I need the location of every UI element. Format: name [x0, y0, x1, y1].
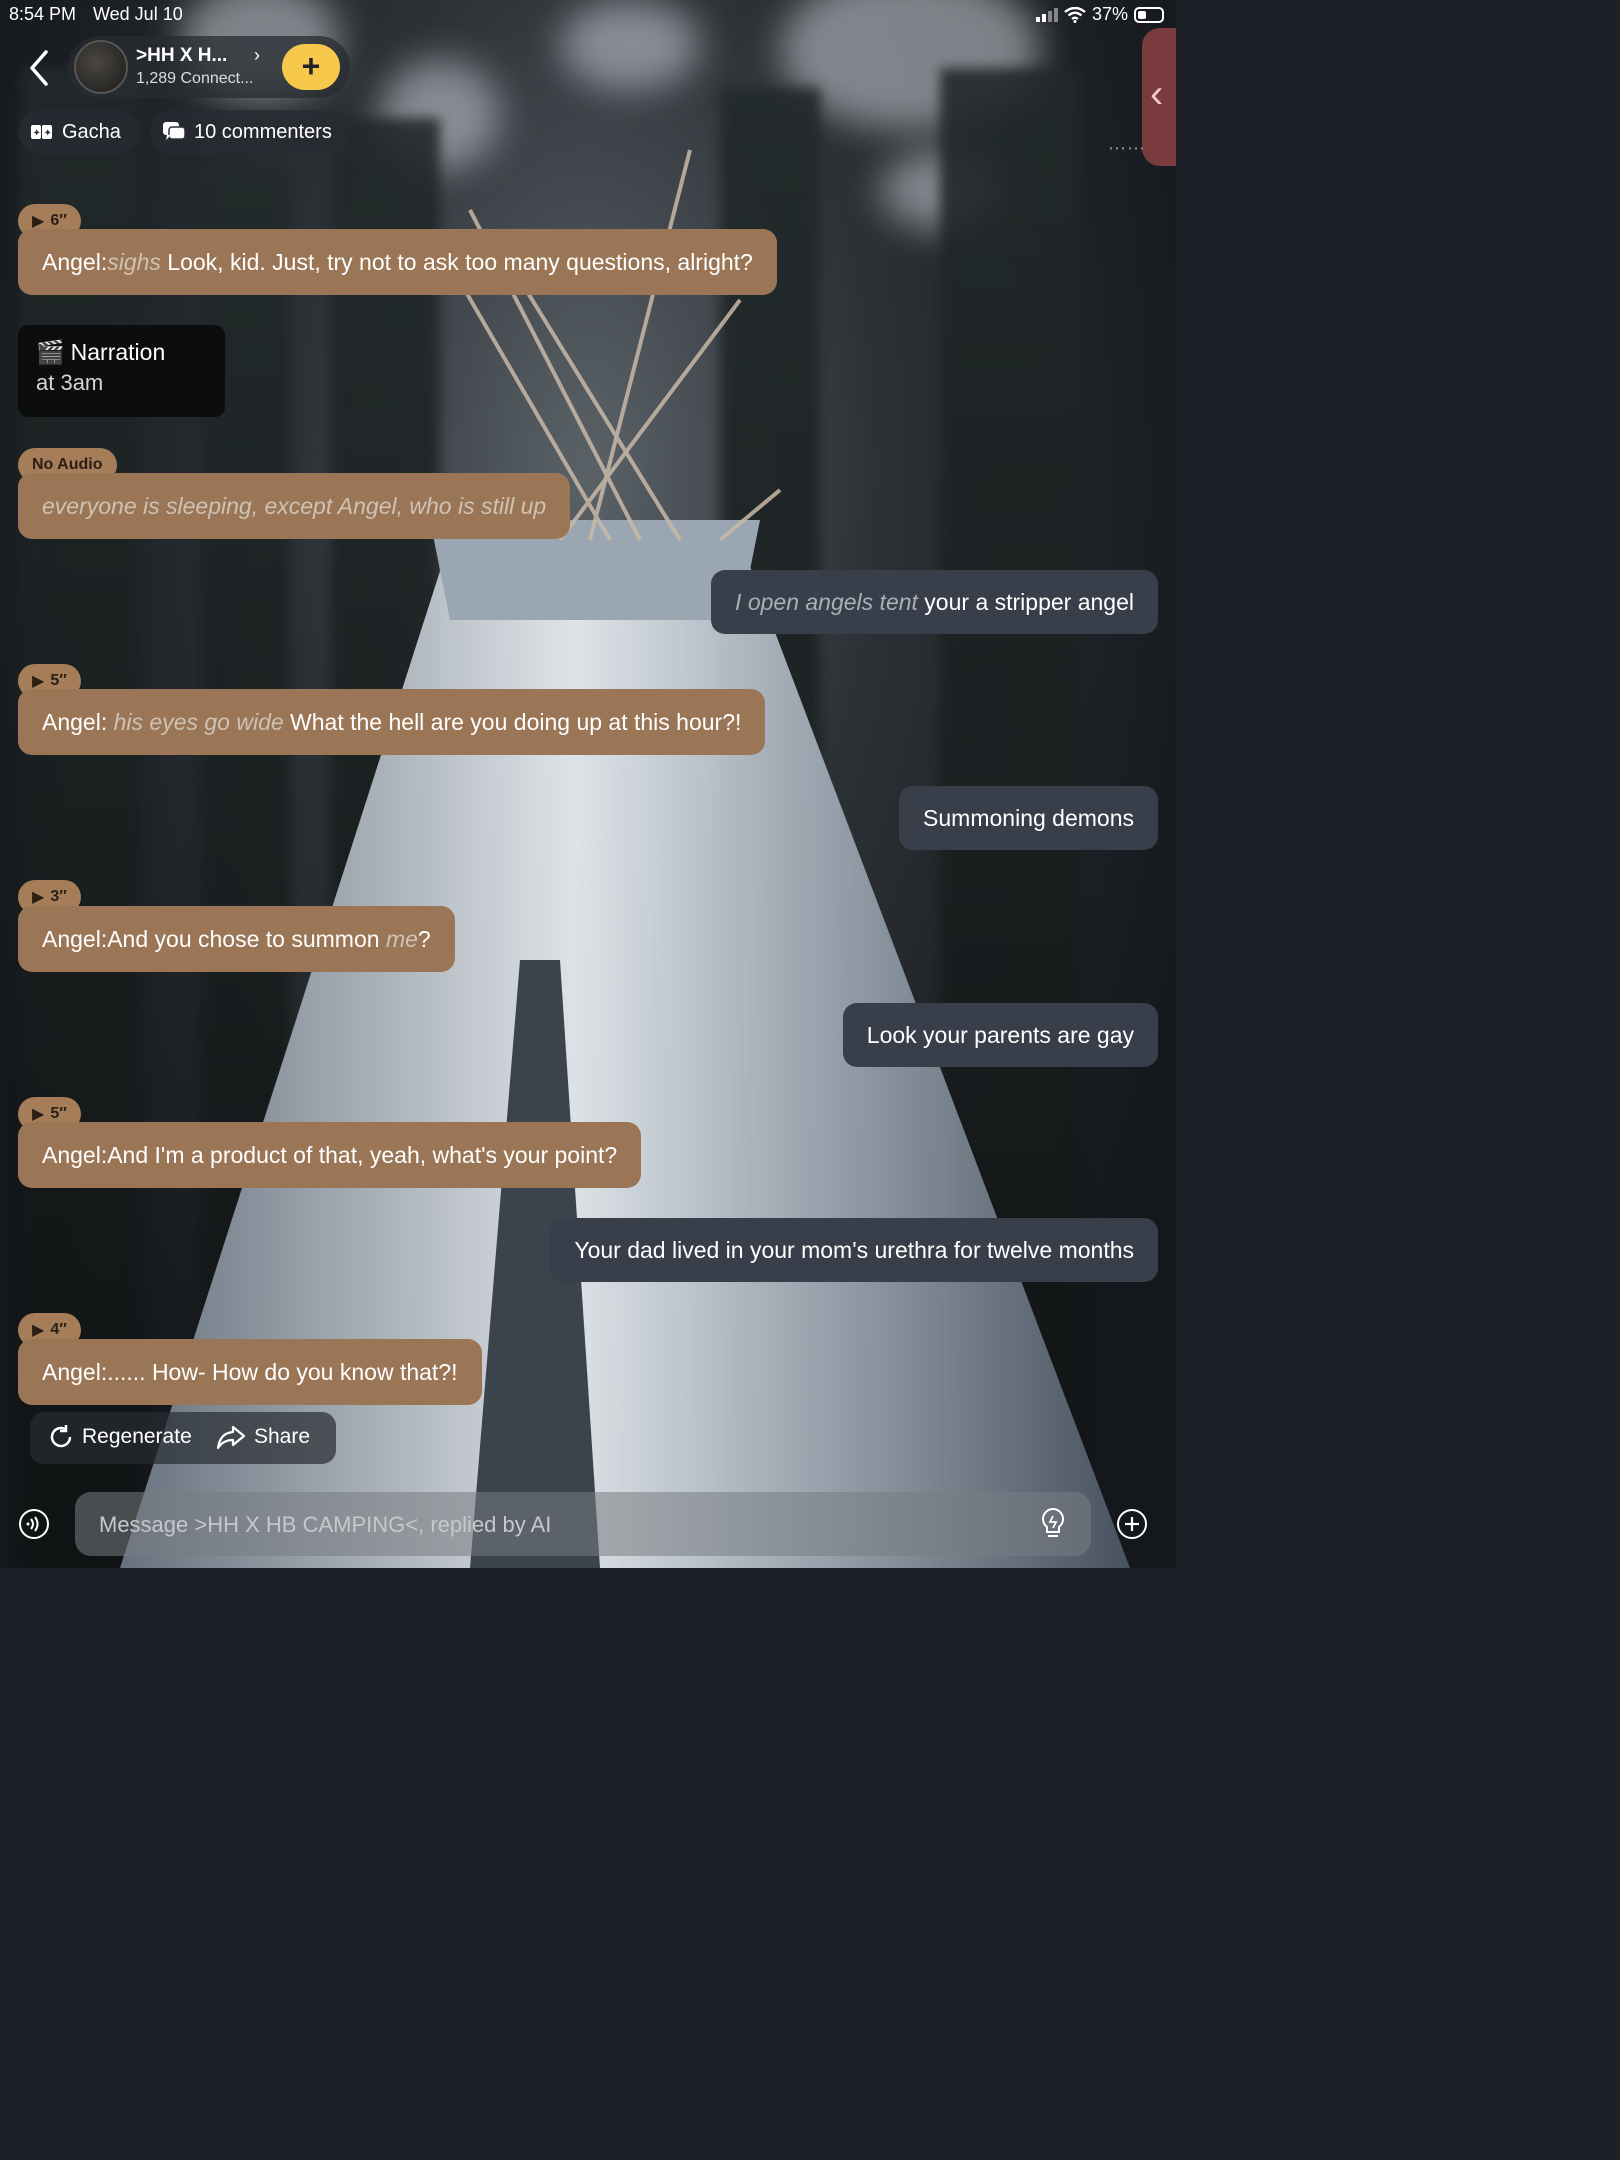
message-text: your a stripper angel — [917, 588, 1134, 615]
voice-mode-icon[interactable] — [18, 1508, 50, 1540]
voice-duration: 3″ — [50, 888, 67, 905]
chevron-left-icon — [30, 50, 48, 86]
play-icon: ▶ — [32, 889, 45, 906]
chat-title: >HH X H... — [136, 45, 228, 66]
action-text: I open angels tent — [735, 588, 918, 615]
svg-text:✦: ✦ — [44, 128, 52, 139]
gacha-chip[interactable]: ✦ ✦ Gacha — [18, 110, 139, 154]
wifi-icon — [1064, 6, 1086, 23]
message-composer[interactable] — [75, 1492, 1091, 1558]
ai-message-bubble[interactable]: Angel: his eyes go wide What the hell ar… — [18, 689, 766, 755]
chat-avatar[interactable] — [74, 40, 128, 94]
message-text: And I'm a product of that, yeah, what's … — [107, 1141, 618, 1168]
play-icon: ▶ — [32, 673, 45, 690]
connections-count: 1,289 Connect... — [136, 70, 254, 87]
more-dots-icon[interactable]: ⋯⋯ — [1108, 138, 1146, 159]
message-text: ...... How- How do you know that?! — [107, 1358, 458, 1385]
plus-icon: + — [301, 48, 321, 84]
ai-message-bubble[interactable]: everyone is sleeping, except Angel, who … — [18, 473, 571, 539]
speaker-name: Angel: — [42, 925, 108, 952]
commenters-label: 10 commenters — [194, 120, 332, 143]
ai-message-bubble[interactable]: Angel: sighs Look, kid. Just, try not to… — [18, 229, 777, 295]
play-icon: ▶ — [32, 1322, 45, 1339]
no-audio-label: No Audio — [32, 456, 103, 473]
add-circle-icon[interactable] — [1116, 1508, 1148, 1540]
voice-duration: 5″ — [50, 672, 67, 689]
message-text: Your dad lived in your mom's urethra for… — [574, 1236, 1134, 1263]
narration-text: everyone is sleeping, except Angel, who … — [42, 492, 547, 519]
narration-card: 🎬 Narration at 3am — [18, 325, 225, 417]
status-date: Wed Jul 10 — [93, 4, 183, 24]
play-icon: ▶ — [32, 1106, 45, 1123]
gacha-label: Gacha — [62, 120, 121, 143]
regenerate-button[interactable]: Regenerate — [48, 1424, 192, 1450]
chat-info-pill[interactable]: >HH X H... › 1,289 Connect... + — [68, 36, 350, 98]
back-button[interactable] — [26, 48, 56, 88]
message-text: Summoning demons — [923, 804, 1134, 831]
signal-icon — [1035, 7, 1058, 22]
action-text: me — [385, 925, 418, 952]
user-message-bubble[interactable]: Your dad lived in your mom's urethra for… — [550, 1218, 1158, 1282]
message-tail: ? — [417, 925, 431, 952]
share-label: Share — [254, 1425, 311, 1448]
follow-plus-button[interactable]: + — [282, 44, 340, 90]
share-button[interactable]: Share — [216, 1424, 310, 1450]
speaker-name: Angel: — [42, 1358, 108, 1385]
side-panel-tab[interactable]: ‹ — [1142, 28, 1176, 166]
play-icon: ▶ — [32, 213, 45, 230]
message-text: What the hell are you doing up at this h… — [283, 708, 742, 735]
message-input[interactable] — [97, 1492, 1001, 1558]
gacha-cards-icon: ✦ ✦ — [31, 125, 52, 139]
narration-title: Narration — [70, 339, 166, 365]
clapperboard-icon: 🎬 — [36, 339, 65, 365]
narration-subtitle: at 3am — [36, 370, 104, 395]
speaker-name: Angel: — [42, 248, 108, 275]
battery-percent: 37% — [1091, 4, 1128, 24]
message-text: And you chose to summon — [107, 925, 386, 952]
lightbulb-icon[interactable] — [1039, 1506, 1067, 1540]
action-text: sighs — [107, 248, 161, 275]
status-bar: 8:54 PM Wed Jul 10 37% — [0, 0, 1176, 30]
user-message-bubble[interactable]: I open angels tent your a stripper angel — [711, 570, 1158, 634]
regenerate-label: Regenerate — [82, 1425, 192, 1448]
commenters-chip[interactable]: 10 commenters — [150, 110, 350, 154]
ai-message-bubble[interactable]: Angel: ...... How- How do you know that?… — [18, 1339, 482, 1405]
refresh-icon — [50, 1425, 72, 1448]
status-right: 37% — [1035, 4, 1164, 25]
share-icon — [216, 1425, 246, 1450]
ai-message-bubble[interactable]: Angel: And you chose to summon me ? — [18, 906, 455, 972]
voice-duration: 4″ — [50, 1321, 67, 1338]
voice-duration: 6″ — [50, 212, 67, 229]
comments-icon — [163, 122, 186, 140]
message-text: Look, kid. Just, try not to ask too many… — [160, 248, 753, 275]
voice-duration: 5″ — [50, 1105, 67, 1122]
battery-icon — [1134, 6, 1164, 23]
action-text: his eyes go wide — [113, 708, 284, 735]
user-message-bubble[interactable]: Look your parents are gay — [842, 1003, 1158, 1067]
status-time: 8:54 PM — [9, 4, 77, 24]
message-text: Look your parents are gay — [866, 1021, 1134, 1048]
speaker-name: Angel: — [42, 1141, 108, 1168]
svg-text:✦: ✦ — [33, 128, 41, 139]
user-message-bubble[interactable]: Summoning demons — [899, 786, 1158, 850]
ai-message-bubble[interactable]: Angel: And I'm a product of that, yeah, … — [18, 1122, 642, 1188]
chevron-right-icon: › — [254, 45, 260, 65]
speaker-name: Angel: — [42, 708, 114, 735]
chevron-left-icon: ‹ — [1150, 72, 1164, 116]
message-actions-bar: Regenerate Share — [30, 1412, 336, 1464]
